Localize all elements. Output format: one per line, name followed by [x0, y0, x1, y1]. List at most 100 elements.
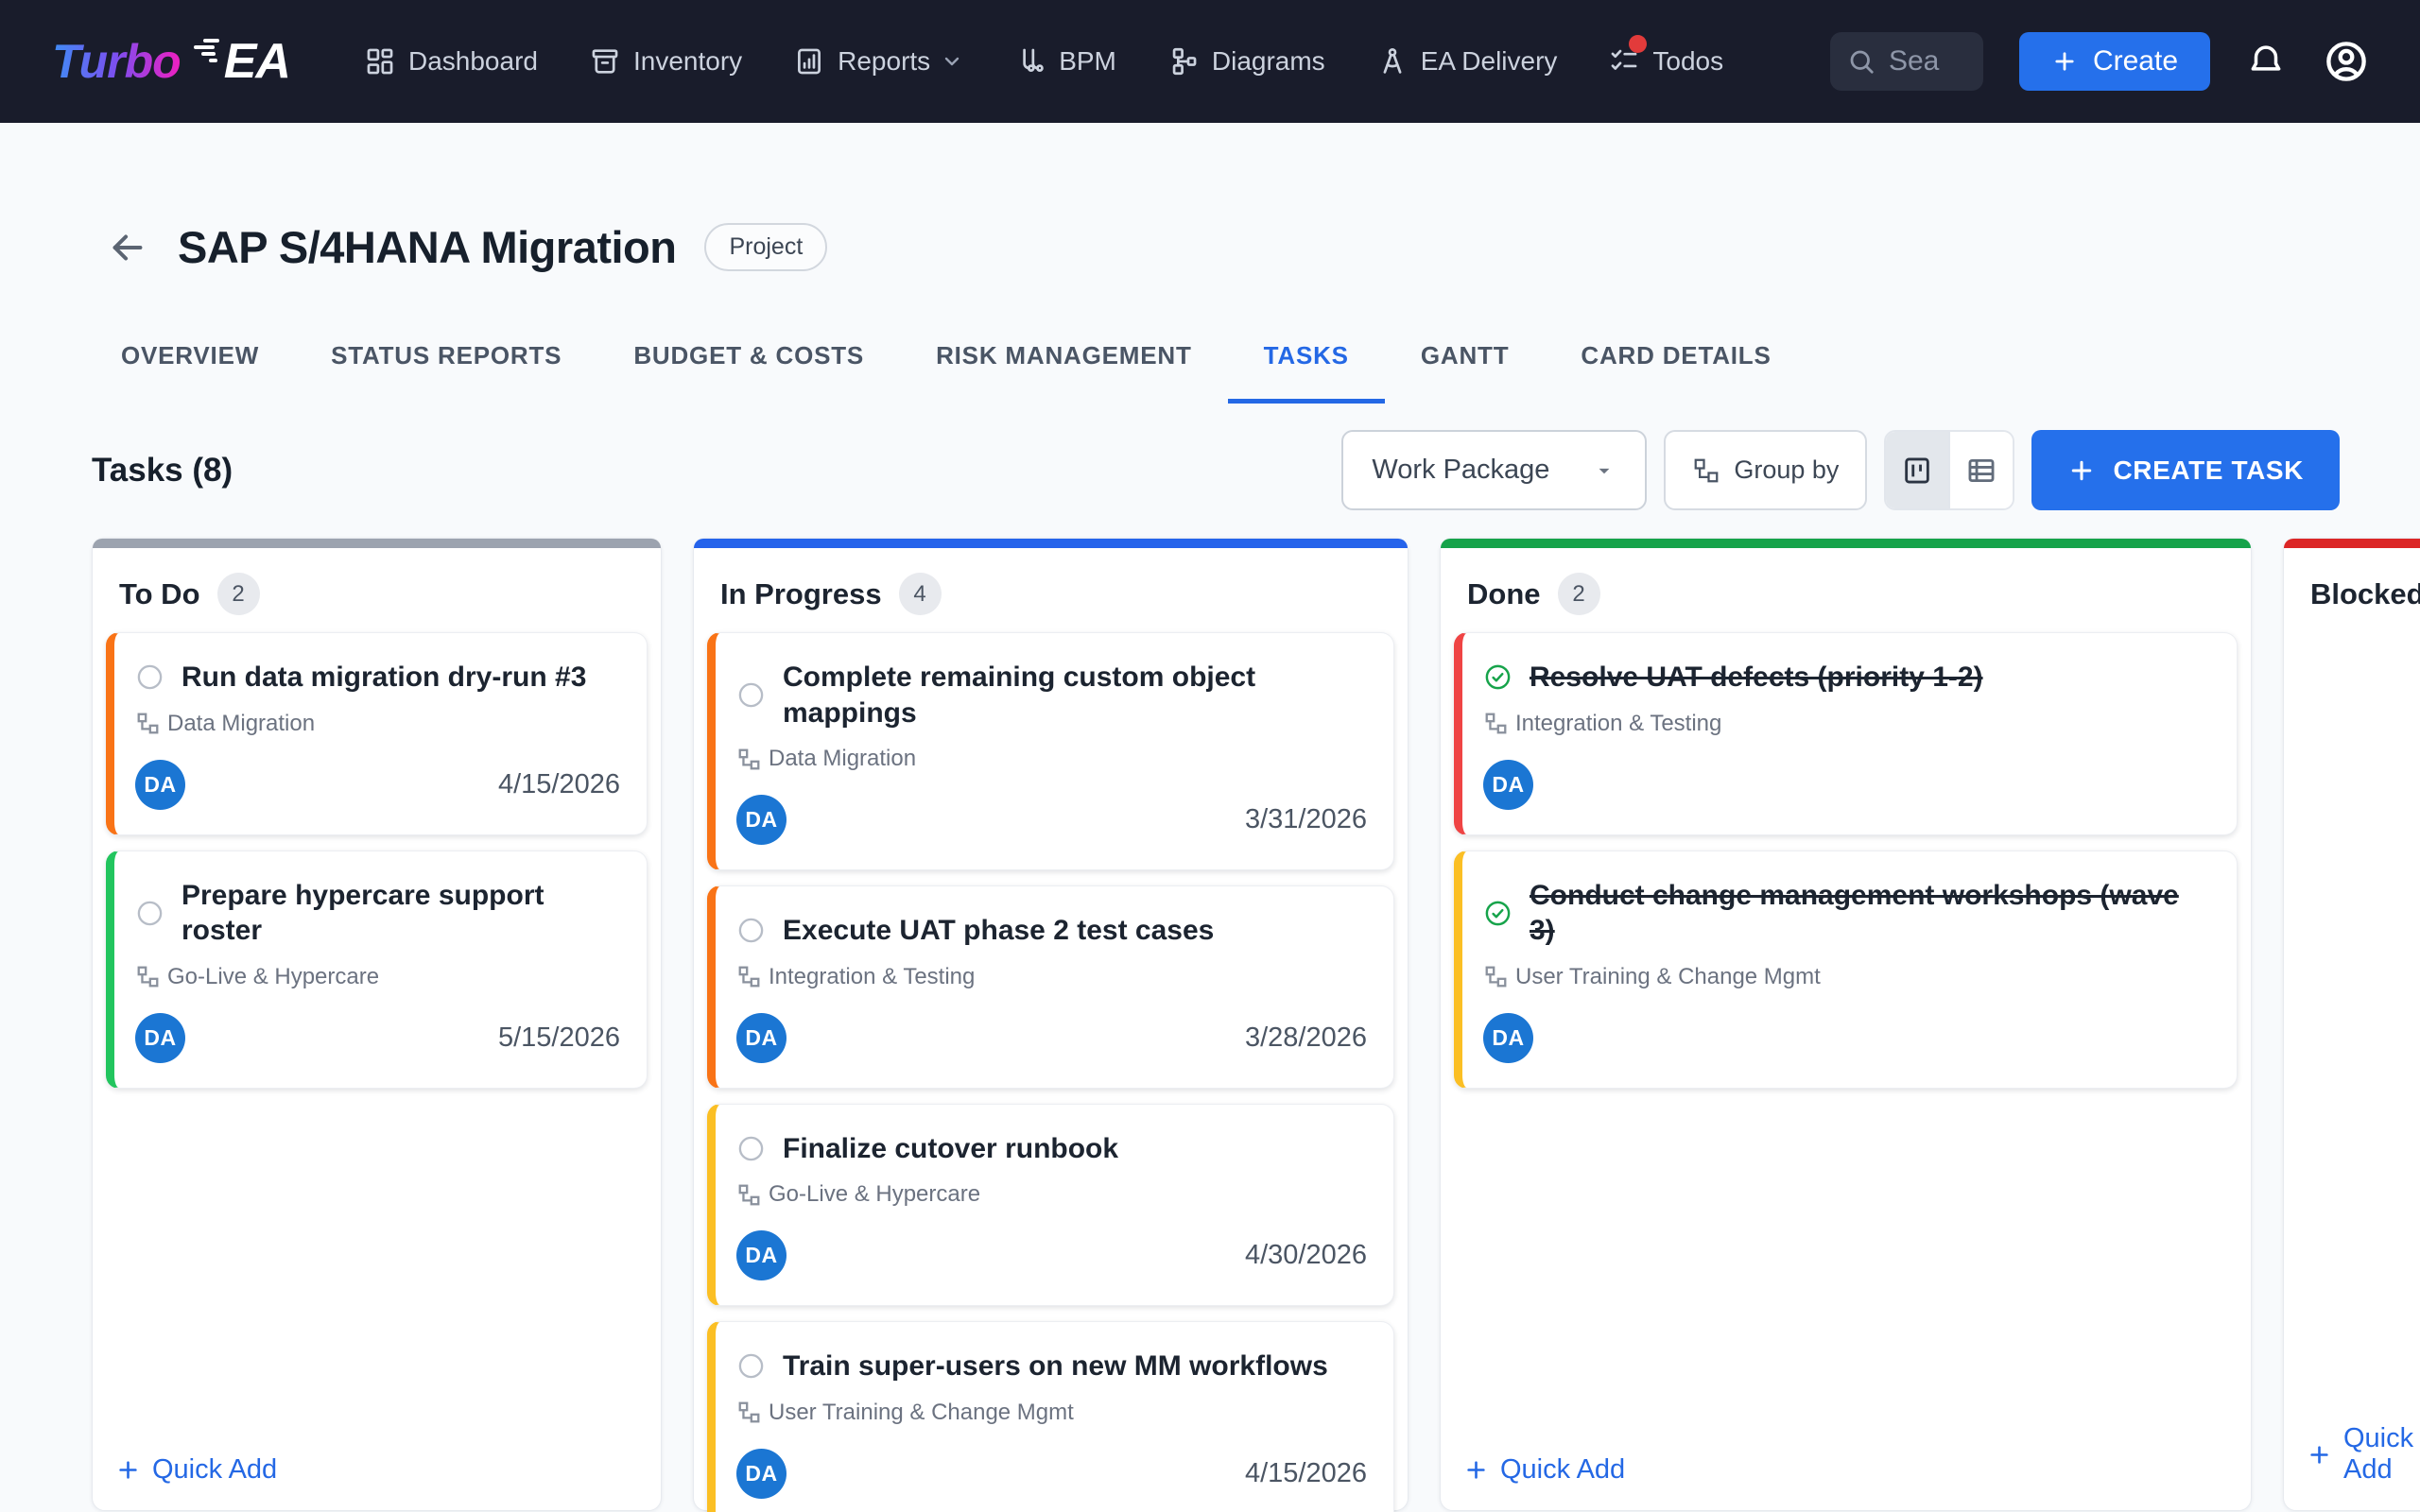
- task-work-package: User Training & Change Mgmt: [1485, 964, 2210, 990]
- project-type-badge: Project: [704, 223, 827, 271]
- speed-lines-icon: [190, 38, 228, 66]
- nav-item-label: EA Delivery: [1421, 46, 1558, 77]
- task-card[interactable]: Conduct change management workshops (wav…: [1454, 850, 2238, 1089]
- column-title: To Do: [119, 577, 200, 611]
- task-card-top: Finalize cutover runbook: [736, 1131, 1367, 1167]
- column-header: Blocked: [2284, 548, 2420, 625]
- user-icon: [2322, 37, 2371, 86]
- column-cards: [2284, 625, 2420, 632]
- column-accent-bar: [694, 539, 1408, 548]
- task-card[interactable]: Run data migration dry-run #3 Data Migra…: [106, 632, 648, 835]
- group-by-button[interactable]: Group by: [1664, 430, 1867, 510]
- work-package-icon: [738, 966, 760, 988]
- work-package-label: User Training & Change Mgmt: [1515, 964, 1821, 990]
- task-card-top: Complete remaining custom object mapping…: [736, 660, 1367, 730]
- tab-overview[interactable]: OVERVIEW: [85, 332, 295, 404]
- plus-icon: [2051, 48, 2078, 75]
- tab-tasks[interactable]: TASKS: [1228, 332, 1385, 404]
- reports-icon: [793, 45, 825, 77]
- work-package-icon: [738, 1401, 760, 1423]
- chevron-down-icon: [941, 50, 963, 73]
- tasks-count-heading: Tasks (8): [92, 452, 233, 490]
- column-header: To Do 2: [93, 548, 661, 625]
- task-checkbox-circle-icon[interactable]: [135, 899, 164, 928]
- quick-add-button[interactable]: Quick Add: [93, 1435, 661, 1510]
- tab-card-details[interactable]: CARD DETAILS: [1545, 332, 1806, 404]
- search-input[interactable]: [1889, 45, 1966, 77]
- task-card[interactable]: Prepare hypercare support roster Go-Live…: [106, 850, 648, 1089]
- task-checkbox-circle-icon[interactable]: [135, 662, 164, 692]
- task-due-date: 4/15/2026: [498, 769, 620, 800]
- create-button-label: Create: [2093, 45, 2178, 77]
- nav-item-inventory[interactable]: Inventory: [589, 45, 742, 77]
- work-package-label: Integration & Testing: [769, 964, 975, 990]
- create-task-button[interactable]: CREATE TASK: [2031, 430, 2340, 510]
- nav-item-diagrams[interactable]: Diagrams: [1167, 45, 1325, 77]
- task-due-date: 4/15/2026: [1245, 1458, 1367, 1489]
- tab-gantt[interactable]: GANTT: [1385, 332, 1546, 404]
- work-package-label: User Training & Change Mgmt: [769, 1400, 1074, 1426]
- profile-button[interactable]: [2322, 37, 2371, 86]
- task-card[interactable]: Execute UAT phase 2 test cases Integrati…: [707, 885, 1394, 1089]
- task-checkbox-circle-icon[interactable]: [736, 1351, 766, 1381]
- tab-status-reports[interactable]: STATUS REPORTS: [295, 332, 597, 404]
- task-checkbox-circle-icon[interactable]: [736, 916, 766, 945]
- work-package-dropdown[interactable]: Work Package: [1341, 430, 1647, 510]
- work-package-label: Go-Live & Hypercare: [167, 964, 379, 990]
- plus-icon: [115, 1457, 141, 1483]
- list-view-button[interactable]: [1950, 432, 2013, 508]
- plus-icon: [2307, 1442, 2332, 1468]
- column-accent-bar: [2284, 539, 2420, 548]
- task-card[interactable]: Finalize cutover runbook Go-Live & Hyper…: [707, 1104, 1394, 1307]
- task-card-footer: DA: [1483, 1013, 2210, 1063]
- task-card-footer: DA 4/30/2026: [736, 1230, 1367, 1280]
- quick-add-button[interactable]: Quick Add: [1441, 1435, 2251, 1510]
- task-card-top: Execute UAT phase 2 test cases: [736, 913, 1367, 949]
- diagrams-icon: [1167, 45, 1200, 77]
- task-work-package: Go-Live & Hypercare: [738, 1181, 1367, 1208]
- quick-add-button[interactable]: Quick Add: [2284, 1404, 2420, 1510]
- nav-item-bpm[interactable]: BPM: [1014, 45, 1116, 77]
- task-card-top: Run data migration dry-run #3: [135, 660, 620, 696]
- task-work-package: Go-Live & Hypercare: [137, 964, 620, 990]
- column-title: Done: [1467, 577, 1541, 611]
- bpm-icon: [1014, 45, 1046, 77]
- notifications-button[interactable]: [2246, 42, 2286, 81]
- dashboard-icon: [364, 45, 396, 77]
- kanban-column-blocked: Blocked Quick Add: [2283, 538, 2420, 1511]
- tab-budget-costs[interactable]: BUDGET & COSTS: [597, 332, 900, 404]
- task-card[interactable]: Resolve UAT defects (priority 1-2) Integ…: [1454, 632, 2238, 835]
- nav-item-reports[interactable]: Reports: [793, 45, 963, 77]
- work-package-icon: [137, 966, 159, 988]
- create-button[interactable]: Create: [2019, 32, 2210, 91]
- kanban-view-button[interactable]: [1886, 432, 1948, 508]
- tasks-toolbar: Tasks (8) Work Package Group by: [92, 430, 2340, 510]
- nav-item-dashboard[interactable]: Dashboard: [364, 45, 538, 77]
- task-card[interactable]: Complete remaining custom object mapping…: [707, 632, 1394, 870]
- kanban-column-to-do: To Do 2 Run data migration dry-run #3 Da…: [92, 538, 662, 1511]
- task-checkbox-circle-icon[interactable]: [736, 680, 766, 710]
- check-circle-icon[interactable]: [1483, 662, 1512, 692]
- task-card[interactable]: Train super-users on new MM workflows Us…: [707, 1321, 1394, 1512]
- nav-item-ea-delivery[interactable]: EA Delivery: [1376, 45, 1558, 77]
- task-card-top: Prepare hypercare support roster: [135, 878, 620, 949]
- logo-turbo-text: Turbo: [52, 34, 181, 89]
- project-header: SAP S/4HANA Migration Project: [106, 221, 2328, 273]
- kanban-board: To Do 2 Run data migration dry-run #3 Da…: [92, 538, 2420, 1511]
- assignee-avatar: DA: [135, 760, 185, 810]
- nav-item-todos[interactable]: Todos: [1608, 45, 1723, 77]
- back-button[interactable]: [106, 226, 149, 269]
- check-circle-icon[interactable]: [1483, 899, 1512, 928]
- app-logo[interactable]: Turbo EA: [52, 33, 290, 90]
- work-package-icon: [1485, 713, 1507, 734]
- column-cards: Complete remaining custom object mapping…: [694, 625, 1408, 1512]
- column-cards: Resolve UAT defects (priority 1-2) Integ…: [1441, 625, 2251, 1104]
- tab-risk-management[interactable]: RISK MANAGEMENT: [900, 332, 1228, 404]
- bell-icon: [2246, 42, 2286, 81]
- top-navigation-bar: Turbo EA Dashboard Inventory R: [0, 0, 2420, 123]
- search-box[interactable]: [1830, 32, 1983, 91]
- nav-item-label: Inventory: [633, 46, 742, 77]
- task-checkbox-circle-icon[interactable]: [736, 1134, 766, 1163]
- kanban-column-in-progress: In Progress 4 Complete remaining custom …: [693, 538, 1409, 1511]
- task-due-date: 5/15/2026: [498, 1022, 620, 1054]
